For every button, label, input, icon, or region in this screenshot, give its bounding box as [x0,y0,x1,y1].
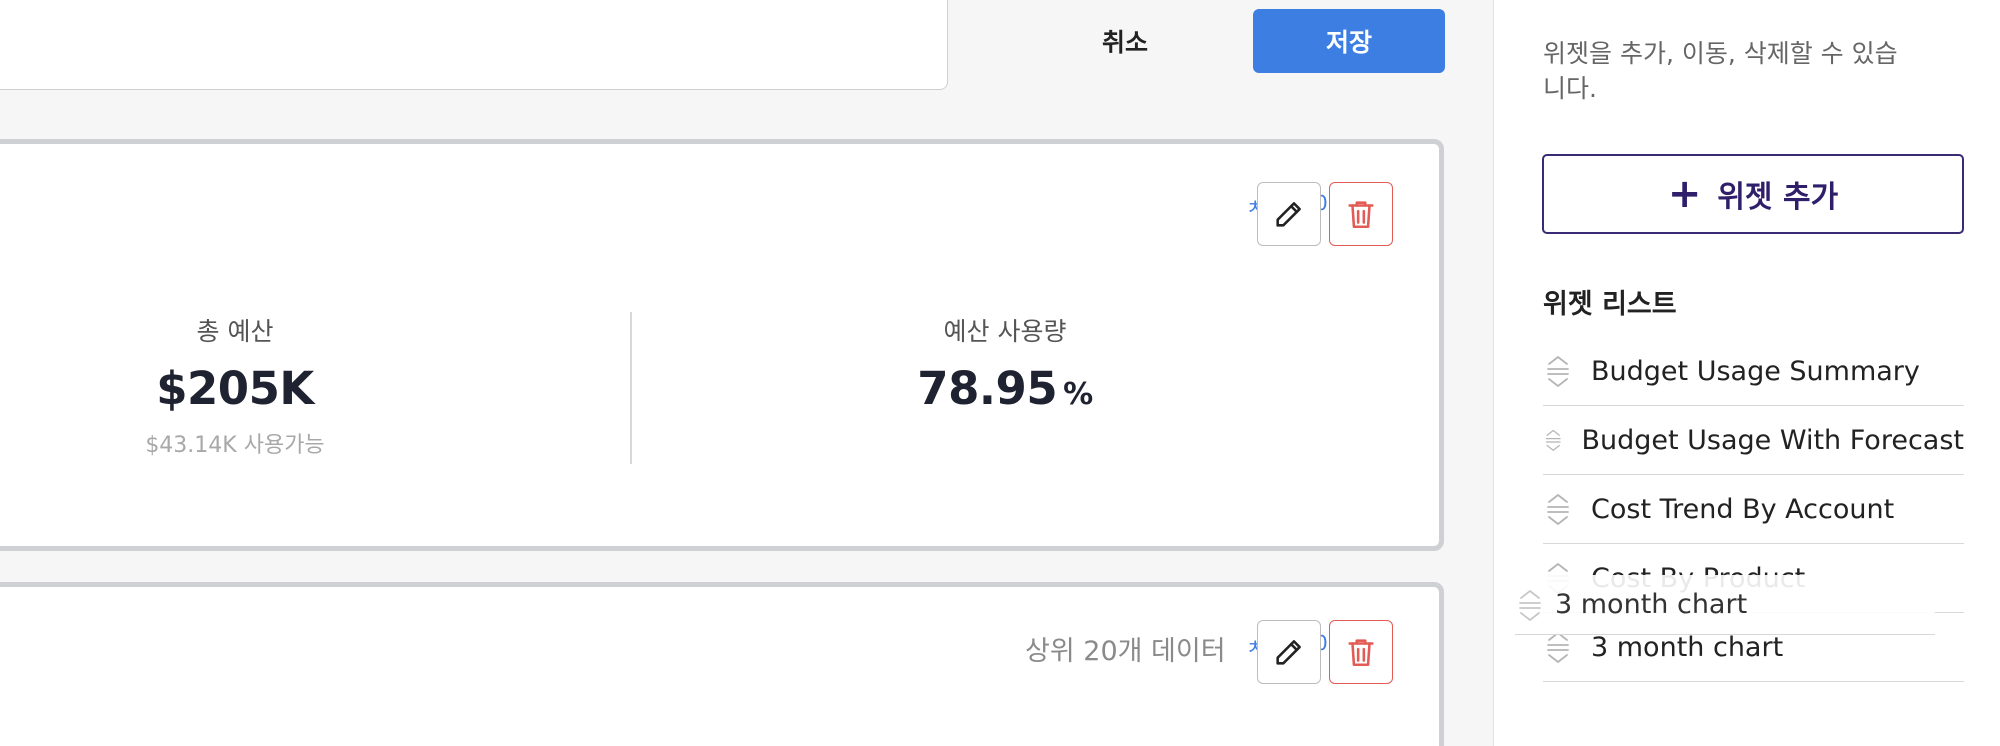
pencil-icon [1276,202,1301,227]
pencil-icon [1276,640,1301,665]
widget-list-label: Cost Trend By Account [1591,493,1895,525]
plus-icon: + [1667,171,1702,217]
metric-budget-usage: 예산 사용량 78.95% [875,312,1135,415]
metric-unit: % [1063,377,1093,412]
widget-list-title: 위젯 리스트 [1543,289,1677,320]
metric-total-budget: 총 예산 $205K $43.14K 사용가능 [105,312,365,459]
metric-label: 예산 사용량 [943,317,1067,346]
sidebar-help-text: 위젯을 추가, 이동, 삭제할 수 있습니다. [1543,39,1898,103]
widget-budget-usage-summary[interactable]: ㅊ 0 총 예산 $205K $43.14K 사용가능 예산 사용량 78.95 [0,139,1444,551]
drag-handle-icon[interactable] [1543,420,1563,460]
drag-handle-icon[interactable] [1543,489,1573,529]
trash-icon [1348,201,1374,229]
widget-list-item[interactable]: Cost Trend By Account [1543,475,1964,544]
dashboard-title-input-area[interactable] [0,0,948,90]
widget-list-label: Budget Usage With Forecast [1581,424,1964,456]
widget-list-item[interactable]: Budget Usage With Forecast [1543,406,1964,475]
trash-icon [1348,639,1374,667]
metric-value: $205K [156,362,314,415]
metric-divider [630,312,632,464]
widget-list-item[interactable]: Budget Usage Summary [1543,337,1964,406]
metric-value: 78.95% [875,362,1135,415]
widget-list-label: Budget Usage Summary [1591,355,1920,387]
edit-widget-button[interactable] [1257,182,1321,246]
cancel-button[interactable]: 취소 [1075,10,1175,72]
dashboard-editor: 취소 저장 ㅊ 0 총 예산 $205K $43.14K 사용가능 예산 사용량… [0,0,1493,746]
delete-widget-button[interactable] [1329,620,1393,684]
drag-handle-icon[interactable] [1515,585,1545,625]
dragging-widget-item[interactable]: 3 month chart [1515,575,1935,635]
delete-widget-button[interactable] [1329,182,1393,246]
metric-number: 78.95 [917,362,1058,415]
top-n-label: 상위 20개 데이터 [1025,636,1226,667]
metric-subtext: $43.14K 사용가능 [145,433,325,458]
add-widget-label: 위젯 추가 [1717,180,1839,215]
widget-list-label: 3 month chart [1555,589,1748,620]
metric-label: 총 예산 [196,317,274,346]
widget-cost-chart[interactable]: 상위 20개 데이터 ㅊ 0 [0,582,1444,746]
widget-list-label: 3 month chart [1591,631,1784,663]
add-widget-button[interactable]: + 위젯 추가 [1542,154,1964,234]
edit-widget-button[interactable] [1257,620,1321,684]
drag-handle-icon[interactable] [1543,351,1573,391]
save-button[interactable]: 저장 [1253,9,1445,73]
